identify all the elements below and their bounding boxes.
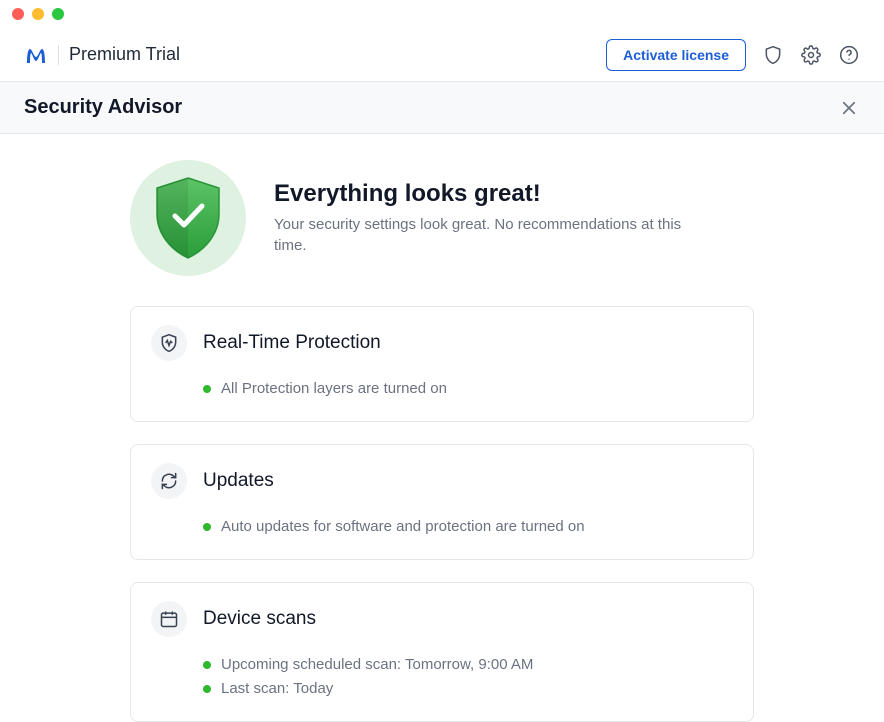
topbar-right-group: Activate license	[606, 39, 860, 71]
card-header: Real-Time Protection	[151, 325, 733, 361]
topbar-left-group: Premium Trial	[24, 43, 180, 67]
card-updates: Updates Auto updates for software and pr…	[130, 444, 754, 560]
list-item-text: Last scan: Today	[221, 677, 333, 701]
shield-activity-icon	[151, 325, 187, 361]
status-dot-icon	[203, 385, 211, 393]
hero-text-block: Everything looks great! Your security se…	[274, 180, 694, 256]
main-content: Everything looks great! Your security se…	[0, 134, 884, 722]
card-title: Real-Time Protection	[203, 332, 381, 354]
calendar-icon	[151, 601, 187, 637]
card-title: Updates	[203, 470, 274, 492]
close-window-button[interactable]	[12, 8, 24, 20]
status-shield-badge	[130, 160, 246, 276]
minimize-window-button[interactable]	[32, 8, 44, 20]
shield-header-icon[interactable]	[762, 44, 784, 66]
list-item-text: Upcoming scheduled scan: Tomorrow, 9:00 …	[221, 653, 533, 677]
card-header: Device scans	[151, 601, 733, 637]
card-real-time-protection: Real-Time Protection All Protection laye…	[130, 306, 754, 422]
page-title: Security Advisor	[24, 96, 182, 119]
window-titlebar	[0, 0, 884, 28]
vertical-divider	[58, 45, 59, 65]
list-item: All Protection layers are turned on	[203, 377, 733, 401]
card-bullet-list: Auto updates for software and protection…	[151, 515, 733, 539]
status-dot-icon	[203, 523, 211, 531]
zoom-window-button[interactable]	[52, 8, 64, 20]
list-item: Auto updates for software and protection…	[203, 515, 733, 539]
close-panel-icon[interactable]	[838, 97, 860, 119]
list-item-text: Auto updates for software and protection…	[221, 515, 585, 539]
list-item: Last scan: Today	[203, 677, 733, 701]
hero-title: Everything looks great!	[274, 180, 694, 208]
malwarebytes-logo-icon	[24, 43, 48, 67]
product-tier-label: Premium Trial	[69, 44, 180, 65]
status-dot-icon	[203, 661, 211, 669]
card-title: Device scans	[203, 608, 316, 630]
list-item: Upcoming scheduled scan: Tomorrow, 9:00 …	[203, 653, 733, 677]
app-topbar: Premium Trial Activate license	[0, 28, 884, 82]
refresh-sync-icon	[151, 463, 187, 499]
card-device-scans: Device scans Upcoming scheduled scan: To…	[130, 582, 754, 722]
card-bullet-list: All Protection layers are turned on	[151, 377, 733, 401]
hero-section: Everything looks great! Your security se…	[130, 160, 754, 276]
card-header: Updates	[151, 463, 733, 499]
settings-gear-icon[interactable]	[800, 44, 822, 66]
hero-subtitle: Your security settings look great. No re…	[274, 214, 694, 256]
page-subheader: Security Advisor	[0, 82, 884, 134]
card-bullet-list: Upcoming scheduled scan: Tomorrow, 9:00 …	[151, 653, 733, 701]
status-dot-icon	[203, 685, 211, 693]
list-item-text: All Protection layers are turned on	[221, 377, 447, 401]
help-icon[interactable]	[838, 44, 860, 66]
activate-license-button[interactable]: Activate license	[606, 39, 746, 71]
